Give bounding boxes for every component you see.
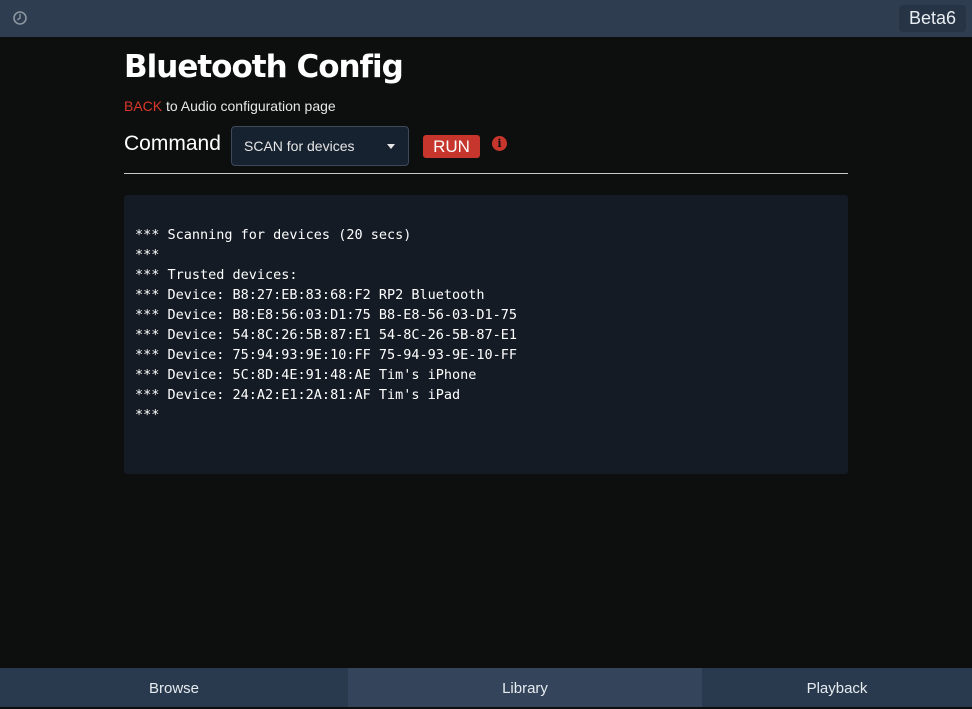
output-line: *** Device: 75:94:93:9E:10:FF 75-94-93-9… <box>135 347 518 363</box>
output-line: *** Device: B8:27:EB:83:68:F2 RP2 Blueto… <box>135 287 485 303</box>
caret-down-icon <box>387 144 395 149</box>
divider <box>124 173 848 174</box>
tab-playback[interactable]: Playback <box>702 668 972 707</box>
version-badge: Beta6 <box>898 5 966 32</box>
output-panel: *** Scanning for devices (20 secs) *** *… <box>124 195 848 474</box>
output-line: *** Device: 54:8C:26:5B:87:E1 54-8C-26-5… <box>135 327 518 343</box>
command-row: Command SCAN for devices RUN i <box>124 126 848 168</box>
page-title: Bluetooth Config <box>124 49 404 85</box>
output-line: *** Scanning for devices (20 secs) <box>135 227 412 243</box>
bottom-nav: Browse Library Playback <box>0 668 972 707</box>
info-icon[interactable]: i <box>492 136 507 151</box>
command-select[interactable]: SCAN for devices <box>231 126 409 166</box>
output-line: *** <box>135 247 160 263</box>
tab-library[interactable]: Library <box>348 668 702 707</box>
back-line: BACK to Audio configuration page <box>124 98 336 114</box>
output-line: *** Device: 24:A2:E1:2A:81:AF Tim's iPad <box>135 387 461 403</box>
command-select-value: SCAN for devices <box>244 138 355 154</box>
back-description: to Audio configuration page <box>162 98 336 114</box>
output-line: *** Device: 5C:8D:4E:91:48:AE Tim's iPho… <box>135 367 477 383</box>
top-bar: Beta6 <box>0 0 972 37</box>
output-line: *** Device: B8:E8:56:03:D1:75 B8-E8-56-0… <box>135 307 518 323</box>
command-label: Command <box>124 132 221 155</box>
output-line: *** <box>135 407 160 423</box>
run-button[interactable]: RUN <box>423 135 480 158</box>
clock-icon[interactable] <box>12 10 28 26</box>
output-line: *** Trusted devices: <box>135 267 298 283</box>
back-link[interactable]: BACK <box>124 98 162 114</box>
tab-browse[interactable]: Browse <box>0 668 348 707</box>
